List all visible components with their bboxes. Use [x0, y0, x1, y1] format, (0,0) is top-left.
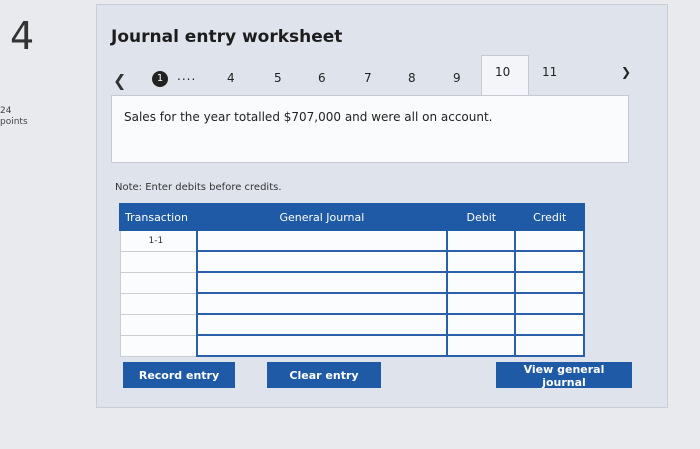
- worksheet-title: Journal entry worksheet: [111, 27, 343, 47]
- pager-page-6[interactable]: 6: [318, 71, 326, 85]
- debit-input[interactable]: [446, 292, 517, 315]
- debit-input[interactable]: [446, 250, 517, 273]
- transaction-cell: [119, 334, 198, 357]
- pager-ellipsis: ....: [177, 69, 197, 83]
- account-input[interactable]: [195, 313, 449, 336]
- entry-note: Note: Enter debits before credits.: [115, 182, 282, 193]
- record-entry-button[interactable]: Record entry: [123, 362, 235, 388]
- points-value: 24: [0, 106, 12, 116]
- account-input[interactable]: [195, 292, 449, 315]
- credit-input[interactable]: [514, 292, 585, 315]
- points-label: points: [0, 117, 28, 127]
- header-debit: Debit: [446, 203, 517, 231]
- question-number: 4: [10, 14, 35, 58]
- journal-table: Transaction General Journal Debit Credit…: [119, 203, 585, 357]
- pager-page-8[interactable]: 8: [408, 71, 416, 85]
- points-info: 24 points: [0, 106, 28, 128]
- credit-input[interactable]: [514, 271, 585, 294]
- table-row: [119, 292, 585, 315]
- transaction-cell: [119, 313, 198, 336]
- clear-entry-button[interactable]: Clear entry: [267, 362, 381, 388]
- credit-input[interactable]: [514, 229, 585, 252]
- header-credit: Credit: [514, 203, 585, 231]
- pager-page-5[interactable]: 5: [274, 71, 282, 85]
- header-transaction: Transaction: [119, 203, 198, 231]
- debit-input[interactable]: [446, 334, 517, 357]
- credit-input[interactable]: [514, 313, 585, 336]
- account-input[interactable]: [195, 334, 449, 357]
- debit-input[interactable]: [446, 313, 517, 336]
- credit-input[interactable]: [514, 334, 585, 357]
- transaction-cell: [119, 250, 198, 273]
- pager-page-10[interactable]: 10: [495, 65, 510, 79]
- account-input[interactable]: [195, 229, 449, 252]
- account-input[interactable]: [195, 250, 449, 273]
- entry-pager: ❮ 1 .... 4 5 6 7 8 9 10 11 ❯: [97, 55, 667, 96]
- account-input[interactable]: [195, 271, 449, 294]
- view-general-journal-button[interactable]: View general journal: [496, 362, 632, 389]
- debit-input[interactable]: [446, 229, 517, 252]
- pager-page-9[interactable]: 9: [453, 71, 461, 85]
- table-row: [119, 313, 585, 336]
- pager-page-7[interactable]: 7: [364, 71, 372, 85]
- table-row: [119, 271, 585, 294]
- debit-input[interactable]: [446, 271, 517, 294]
- pager-current-page[interactable]: 1: [152, 71, 168, 87]
- table-row: [119, 334, 585, 357]
- transaction-cell: [119, 292, 198, 315]
- header-general-journal: General Journal: [195, 203, 449, 231]
- chevron-left-icon[interactable]: ❮: [113, 71, 126, 90]
- transaction-cell: 1-1: [119, 229, 198, 252]
- transaction-cell: [119, 271, 198, 294]
- transaction-description: Sales for the year totalled $707,000 and…: [111, 95, 629, 163]
- journal-entry-panel: Journal entry worksheet ❮ 1 .... 4 5 6 7…: [96, 4, 668, 408]
- chevron-right-icon[interactable]: ❯: [621, 65, 631, 79]
- credit-input[interactable]: [514, 250, 585, 273]
- table-row: 1-1: [119, 229, 585, 252]
- pager-page-11[interactable]: 11: [542, 65, 557, 79]
- pager-page-4[interactable]: 4: [227, 71, 235, 85]
- table-row: [119, 250, 585, 273]
